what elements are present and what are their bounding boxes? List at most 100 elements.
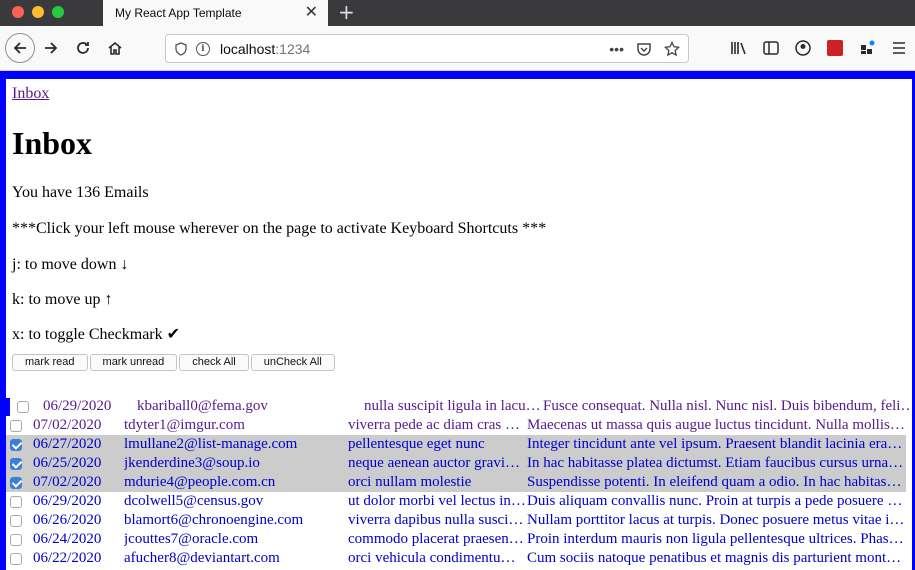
email-sender: mdurie4@people.com.cn bbox=[124, 474, 276, 490]
extensions-puzzle-icon[interactable] bbox=[851, 34, 883, 62]
email-checkbox[interactable] bbox=[10, 438, 22, 451]
email-row[interactable]: 06/29/2020 dcolwell5@census.gov ut dolor m… bbox=[6, 492, 906, 511]
email-subject: viverra dapibus nulla suscipit ligula bbox=[348, 512, 527, 528]
page-title: Inbox bbox=[12, 125, 93, 161]
breadcrumb-inbox-link[interactable]: Inbox bbox=[12, 85, 49, 103]
new-tab-button[interactable]: + bbox=[338, 0, 355, 26]
email-subject: commodo placerat praesent blandit nam bbox=[348, 531, 527, 547]
close-window-button[interactable] bbox=[12, 6, 24, 18]
extension-icon[interactable] bbox=[819, 34, 851, 62]
email-checkbox[interactable] bbox=[10, 552, 22, 565]
email-sender: dcolwell5@census.gov bbox=[124, 493, 264, 509]
email-row[interactable]: 06/29/2020 kbariball0@fema.gov nulla susci… bbox=[6, 397, 912, 416]
email-sender: jcouttes7@oracle.com bbox=[124, 531, 259, 547]
email-checkbox[interactable] bbox=[17, 400, 29, 413]
email-subject: ut dolor morbi vel lectus in quam bbox=[348, 493, 527, 509]
url-host: localhost bbox=[220, 40, 276, 57]
back-button[interactable] bbox=[5, 33, 35, 63]
page-content[interactable]: Inbox Inbox You have 136 Emails ***Click… bbox=[6, 79, 912, 570]
sidebar-icon[interactable] bbox=[755, 34, 787, 62]
email-preview: Suspendisse potenti. In eleifend quam a … bbox=[527, 474, 905, 490]
email-row[interactable]: 06/22/2020 afucher8@deviantart.com orci ve… bbox=[6, 549, 906, 568]
email-preview: Integer tincidunt ante vel ipsum. Praese… bbox=[527, 436, 905, 452]
menu-hamburger-icon[interactable] bbox=[883, 34, 915, 62]
email-subject: orci vehicula condimentum curabitur in bbox=[348, 550, 527, 566]
tracking-shield-icon[interactable] bbox=[175, 41, 187, 56]
shortcut-move-up: k: to move up ↑ bbox=[12, 290, 113, 308]
extension-badge-icon bbox=[827, 40, 843, 56]
email-row[interactable]: 06/25/2020 jkenderdine3@soup.io neque aene… bbox=[6, 454, 906, 473]
bookmark-star-icon[interactable] bbox=[664, 40, 680, 57]
email-sender: afucher8@deviantart.com bbox=[124, 550, 280, 566]
tab-title: My React App Template bbox=[115, 6, 242, 20]
reload-icon bbox=[77, 42, 89, 54]
email-count-text: You have 136 Emails bbox=[12, 183, 149, 201]
email-preview: Duis aliquam convallis nunc. Proin at tu… bbox=[527, 493, 905, 509]
mark-read-button[interactable]: mark read bbox=[12, 353, 88, 371]
email-subject: neque aenean auctor gravida sem bbox=[348, 455, 527, 471]
shortcut-toggle-check: x: to toggle Checkmark ✔ bbox=[12, 325, 181, 343]
keyboard-instruction-text: ***Click your left mouse wherever on the… bbox=[12, 219, 547, 237]
email-date: 06/26/2020 bbox=[33, 512, 102, 528]
email-preview: Maecenas ut massa quis augue luctus tinc… bbox=[527, 417, 905, 433]
browser-titlebar: My React App Template ✕ + bbox=[0, 0, 915, 26]
mark-unread-button[interactable]: mark unread bbox=[89, 353, 178, 371]
email-sender: tdyter1@imgur.com bbox=[124, 417, 245, 433]
tab-close-icon[interactable]: ✕ bbox=[305, 5, 318, 21]
active-row-marker bbox=[6, 398, 10, 416]
email-sender: lmullane2@list-manage.com bbox=[124, 436, 298, 452]
page-actions-menu-icon[interactable]: ••• bbox=[609, 41, 624, 57]
forward-button[interactable] bbox=[37, 34, 65, 62]
email-preview: Cum sociis natoque penatibus et magnis d… bbox=[527, 550, 905, 566]
email-sender: blamort6@chronoengine.com bbox=[124, 512, 304, 528]
email-subject: viverra pede ac diam cras pellentesque bbox=[348, 417, 527, 433]
minimize-window-button[interactable] bbox=[32, 6, 44, 18]
site-info-icon[interactable]: i bbox=[196, 41, 210, 56]
browser-tab[interactable]: My React App Template ✕ bbox=[103, 0, 328, 26]
action-button-row: mark read mark unread check All unCheck … bbox=[12, 353, 912, 371]
address-bar[interactable]: i localhost:1234 ••• bbox=[165, 34, 689, 63]
email-preview: Proin interdum mauris non ligula pellent… bbox=[527, 531, 905, 547]
home-icon bbox=[108, 41, 122, 55]
email-row[interactable]: 07/02/2020 tdyter1@imgur.com viverra pede … bbox=[6, 416, 906, 435]
home-button[interactable] bbox=[101, 34, 129, 62]
email-checkbox[interactable] bbox=[10, 476, 22, 489]
email-checkbox[interactable] bbox=[10, 514, 22, 527]
shortcut-move-down: j: to move down ↓ bbox=[12, 255, 129, 273]
email-date: 06/24/2020 bbox=[33, 531, 102, 547]
email-preview: Fusce consequat. Nulla nisl. Nunc nisl. … bbox=[543, 398, 912, 414]
email-row[interactable]: 06/27/2020 lmullane2@list-manage.com pelle… bbox=[6, 435, 906, 454]
email-preview: Nullam porttitor lacus at turpis. Donec … bbox=[527, 512, 905, 528]
email-sender: kbariball0@fema.gov bbox=[137, 398, 268, 414]
url-text[interactable]: localhost:1234 bbox=[220, 41, 310, 57]
pocket-icon[interactable] bbox=[636, 41, 652, 57]
email-date: 06/29/2020 bbox=[43, 398, 112, 414]
toolbar-icons bbox=[723, 34, 915, 62]
email-checkbox[interactable] bbox=[10, 495, 22, 508]
email-date: 07/02/2020 bbox=[33, 474, 102, 490]
email-checkbox[interactable] bbox=[10, 419, 22, 432]
browser-navbar: i localhost:1234 ••• bbox=[0, 26, 915, 71]
email-row[interactable]: 07/02/2020 mdurie4@people.com.cn orci null… bbox=[6, 473, 906, 492]
account-icon[interactable] bbox=[787, 34, 819, 62]
email-subject: pellentesque eget nunc bbox=[348, 436, 485, 452]
url-port: :1234 bbox=[275, 40, 311, 57]
window-controls bbox=[12, 6, 64, 18]
reload-button[interactable] bbox=[69, 34, 97, 62]
email-row[interactable]: 06/26/2020 blamort6@chronoengine.com viver… bbox=[6, 511, 906, 530]
email-subject: nulla suscipit ligula in lacus. Curabitu… bbox=[364, 398, 543, 414]
maximize-window-button[interactable] bbox=[52, 6, 64, 18]
check-all-button[interactable]: check All bbox=[179, 353, 249, 371]
email-date: 06/25/2020 bbox=[33, 455, 102, 471]
email-preview: In hac habitasse platea dictumst. Etiam … bbox=[527, 455, 905, 471]
email-row[interactable]: 06/24/2020 jcouttes7@oracle.com commodo pl… bbox=[6, 530, 906, 549]
url-actions: ••• bbox=[609, 40, 680, 57]
uncheck-all-button[interactable]: unCheck All bbox=[250, 353, 335, 371]
email-checkbox[interactable] bbox=[10, 457, 22, 470]
library-icon[interactable] bbox=[723, 34, 755, 62]
email-checkbox[interactable] bbox=[10, 533, 22, 546]
email-date: 06/27/2020 bbox=[33, 436, 102, 452]
email-subject: orci nullam molestie bbox=[348, 474, 472, 490]
email-list: 06/29/2020 kbariball0@fema.gov nulla susci… bbox=[6, 397, 912, 568]
email-sender: jkenderdine3@soup.io bbox=[124, 455, 260, 471]
